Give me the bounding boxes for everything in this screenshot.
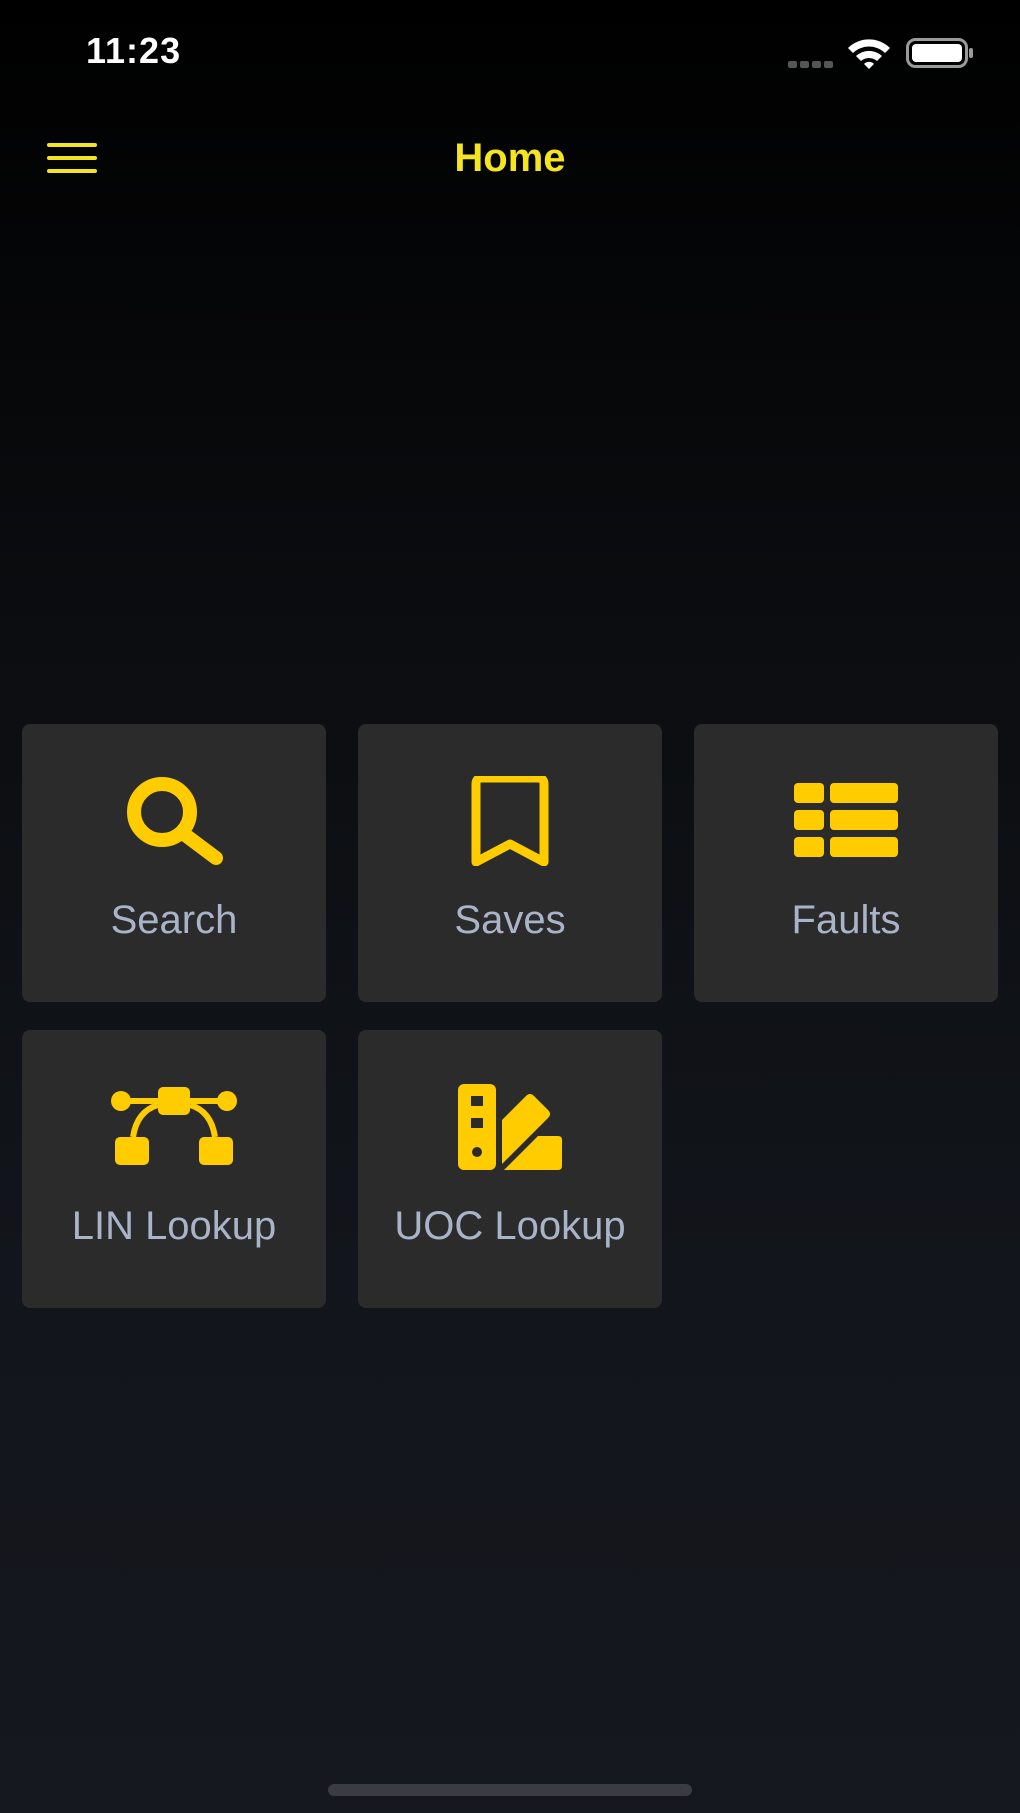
tile-label: UOC Lookup (394, 1204, 626, 1248)
tile-label: Saves (454, 898, 566, 942)
navigation-bar: Home (0, 110, 1020, 210)
tile-faults[interactable]: Faults (694, 724, 998, 1002)
bookmark-icon (358, 776, 662, 866)
tile-search[interactable]: Search (22, 724, 326, 1002)
tile-lin-lookup[interactable]: LIN Lookup (22, 1030, 326, 1308)
tile-label: Search (110, 898, 238, 942)
signal-icon (788, 56, 836, 74)
status-time: 11:23 (86, 30, 182, 71)
tile-uoc-lookup[interactable]: UOC Lookup (358, 1030, 662, 1308)
swatchbook-icon (358, 1082, 662, 1172)
wifi-icon (846, 36, 892, 75)
tile-label: Faults (791, 898, 901, 942)
status-bar: 11:23 (0, 0, 1020, 100)
list-icon (694, 776, 998, 866)
tile-label: LIN Lookup (71, 1204, 277, 1248)
tile-saves[interactable]: Saves (358, 724, 662, 1002)
battery-icon (906, 38, 974, 73)
vector-nodes-icon (22, 1082, 326, 1172)
page-title: Home (454, 136, 566, 180)
home-indicator[interactable] (328, 1784, 692, 1796)
search-icon (22, 776, 326, 866)
